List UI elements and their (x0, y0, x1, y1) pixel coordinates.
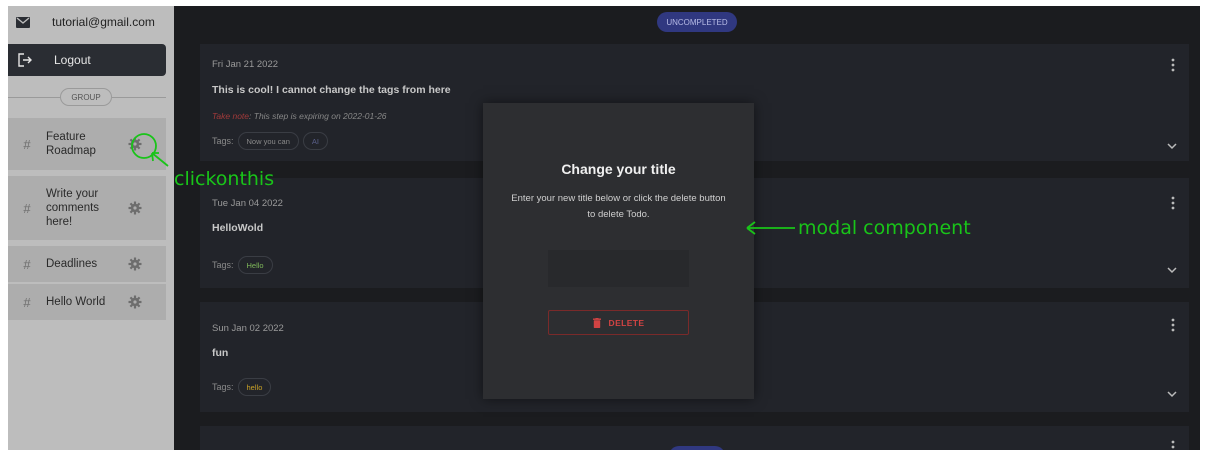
todo-note: Take note: This step is expiring on 2022… (212, 111, 387, 121)
edit-title-modal: Change your title Enter your new title b… (483, 103, 754, 399)
sidebar: tutorial@gmail.com Logout GROUP # Featur… (8, 6, 174, 450)
hash-icon: # (23, 136, 31, 152)
sidebar-item-label: Write your comments here! (46, 188, 100, 228)
modal-title: Change your title (561, 161, 676, 177)
annotation-modal-hint: modal component (798, 217, 971, 239)
group-label: GROUP (60, 88, 112, 106)
divider-line (8, 97, 60, 98)
tag-chip[interactable]: AI (302, 132, 328, 150)
more-vert-icon[interactable] (1171, 58, 1175, 72)
modal-description: Enter your new title below or click the … (511, 193, 726, 220)
logout-label: Logout (54, 53, 91, 67)
gear-icon[interactable] (128, 295, 142, 309)
tag-chip[interactable]: hello (237, 378, 272, 396)
tags-label: Tags: (212, 382, 234, 392)
hash-icon: # (23, 256, 31, 272)
sidebar-item-label: Feature Roadmap (46, 131, 96, 157)
logout-icon (18, 53, 32, 67)
trash-icon (592, 317, 601, 328)
gear-icon[interactable] (128, 201, 142, 215)
more-vert-icon[interactable] (1171, 440, 1175, 450)
more-vert-icon[interactable] (1171, 196, 1175, 210)
todo-date: Sun Jan 02 2022 (212, 323, 284, 334)
hash-icon: # (23, 294, 31, 310)
todo-date: Tue Jan 04 2022 (212, 198, 283, 209)
delete-button[interactable]: DELETE (548, 310, 689, 335)
sidebar-item-label: Hello World (46, 296, 106, 308)
todo-tags: Tags: hello (212, 378, 272, 396)
title-input[interactable] (548, 250, 689, 287)
status-badge[interactable]: UNCOMPLETED (657, 12, 737, 32)
divider-line (112, 97, 166, 98)
delete-label: DELETE (608, 317, 645, 328)
tags-label: Tags: (212, 136, 234, 146)
sidebar-item-label: Deadlines (46, 258, 98, 270)
tag-chip[interactable]: Hello (237, 256, 273, 274)
note-prefix: Take note (212, 111, 250, 121)
todo-title: HelloWold (212, 222, 264, 234)
chevron-down-icon[interactable] (1167, 266, 1177, 274)
chevron-down-icon[interactable] (1167, 142, 1177, 150)
todo-tags: Tags: Now you can AI (212, 132, 328, 150)
sidebar-item-write-your-comments[interactable]: # Write your comments here! (8, 176, 166, 240)
status-badge-partial (669, 446, 725, 450)
sidebar-item-hello-world[interactable]: # Hello World (8, 284, 166, 320)
todo-tags: Tags: Hello (212, 256, 273, 274)
mail-icon (16, 16, 30, 28)
note-text: : This step is expiring on 2022-01-26 (249, 111, 387, 121)
todo-title: This is cool! I cannot change the tags f… (212, 84, 451, 96)
annotation-arrow-left (746, 221, 795, 235)
tag-chip[interactable]: Now you can (237, 132, 299, 150)
more-vert-icon[interactable] (1171, 318, 1175, 332)
account-email: tutorial@gmail.com (52, 15, 155, 29)
hash-icon: # (23, 200, 31, 216)
todo-title: fun (212, 347, 229, 359)
todo-date: Fri Jan 21 2022 (212, 59, 279, 70)
account-row: tutorial@gmail.com (8, 6, 174, 38)
gear-icon[interactable] (128, 257, 142, 271)
app-window: tutorial@gmail.com Logout GROUP # Featur… (8, 6, 1200, 450)
annotation-circle-arrow (131, 133, 169, 167)
group-divider: GROUP (8, 88, 166, 106)
chevron-down-icon[interactable] (1167, 390, 1177, 398)
tags-label: Tags: (212, 260, 234, 270)
logout-button[interactable]: Logout (8, 44, 166, 76)
annotation-click-hint: clickonthis (174, 168, 275, 190)
sidebar-item-deadlines[interactable]: # Deadlines (8, 246, 166, 282)
